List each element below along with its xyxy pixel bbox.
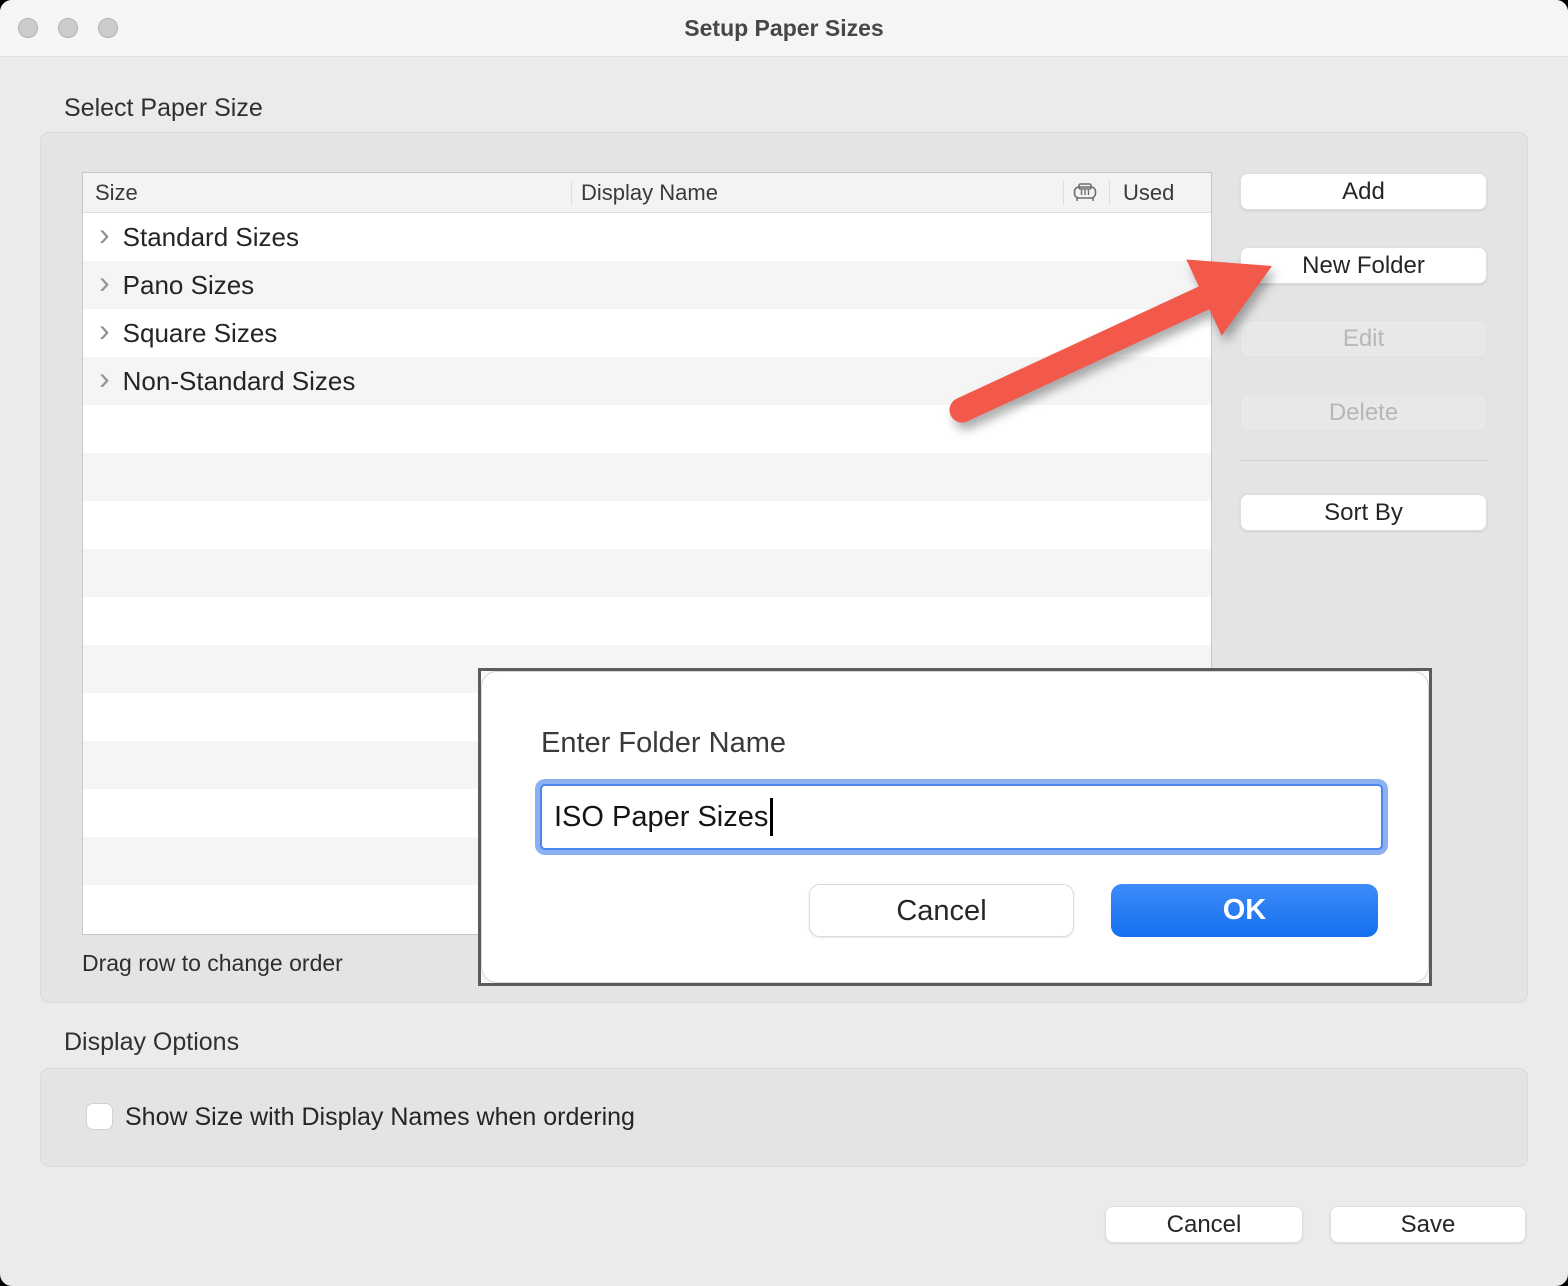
chevron-right-icon[interactable]: › <box>99 268 110 296</box>
dialog-ok-button[interactable]: OK <box>1111 884 1378 937</box>
show-size-checkbox[interactable] <box>86 1103 113 1130</box>
title-bar: Setup Paper Sizes <box>0 0 1568 57</box>
table-row-empty <box>83 597 1211 645</box>
edit-button: Edit <box>1240 320 1487 357</box>
setup-paper-sizes-window: Setup Paper Sizes Select Paper Size Size… <box>0 0 1568 1286</box>
chevron-right-icon[interactable]: › <box>99 316 110 344</box>
chevron-right-icon[interactable]: › <box>99 364 110 392</box>
dialog-surface: Enter Folder Name ISO Paper Sizes Cancel… <box>481 671 1429 983</box>
folder-name-value: ISO Paper Sizes <box>554 801 768 834</box>
window-title: Setup Paper Sizes <box>120 0 1448 57</box>
table-row-empty <box>83 405 1211 453</box>
row-label: Square Sizes <box>123 318 278 349</box>
add-button[interactable]: Add <box>1240 173 1487 210</box>
folder-name-input[interactable]: ISO Paper Sizes <box>540 784 1383 850</box>
column-divider <box>571 180 572 205</box>
enter-folder-name-dialog: Enter Folder Name ISO Paper Sizes Cancel… <box>478 668 1432 986</box>
printer-icon <box>1073 182 1097 204</box>
column-header-size[interactable]: Size <box>95 173 138 213</box>
table-header: Size Display Name Used <box>83 173 1211 213</box>
display-options-heading: Display Options <box>64 1028 239 1057</box>
select-paper-size-heading: Select Paper Size <box>64 94 263 123</box>
row-label: Non-Standard Sizes <box>123 366 356 397</box>
show-size-checkbox-label: Show Size with Display Names when orderi… <box>125 1103 635 1132</box>
column-divider <box>1109 180 1110 205</box>
row-label: Standard Sizes <box>123 222 299 253</box>
sort-by-button[interactable]: Sort By <box>1240 494 1487 531</box>
table-row-empty <box>83 453 1211 501</box>
minimize-window-icon[interactable] <box>58 18 78 38</box>
table-row-non-standard-sizes[interactable]: › Non-Standard Sizes <box>83 357 1211 405</box>
enter-folder-name-label: Enter Folder Name <box>541 727 786 760</box>
column-divider <box>1063 180 1064 205</box>
table-row-square-sizes[interactable]: › Square Sizes <box>83 309 1211 357</box>
dialog-cancel-button[interactable]: Cancel <box>809 884 1074 937</box>
close-window-icon[interactable] <box>18 18 38 38</box>
table-row-empty <box>83 501 1211 549</box>
chevron-right-icon[interactable]: › <box>99 220 110 248</box>
save-button[interactable]: Save <box>1330 1206 1526 1243</box>
display-options-panel: Show Size with Display Names when orderi… <box>40 1068 1528 1167</box>
delete-button: Delete <box>1240 394 1487 431</box>
side-buttons-divider <box>1240 460 1487 461</box>
table-row-empty <box>83 549 1211 597</box>
drag-row-hint: Drag row to change order <box>82 950 343 977</box>
table-row-standard-sizes[interactable]: › Standard Sizes <box>83 213 1211 261</box>
text-cursor <box>770 798 773 836</box>
row-label: Pano Sizes <box>123 270 255 301</box>
cancel-button[interactable]: Cancel <box>1105 1206 1303 1243</box>
column-header-used[interactable]: Used <box>1123 173 1174 213</box>
new-folder-button[interactable]: New Folder <box>1240 247 1487 284</box>
zoom-window-icon[interactable] <box>98 18 118 38</box>
table-row-pano-sizes[interactable]: › Pano Sizes <box>83 261 1211 309</box>
column-header-display-name[interactable]: Display Name <box>581 173 718 213</box>
